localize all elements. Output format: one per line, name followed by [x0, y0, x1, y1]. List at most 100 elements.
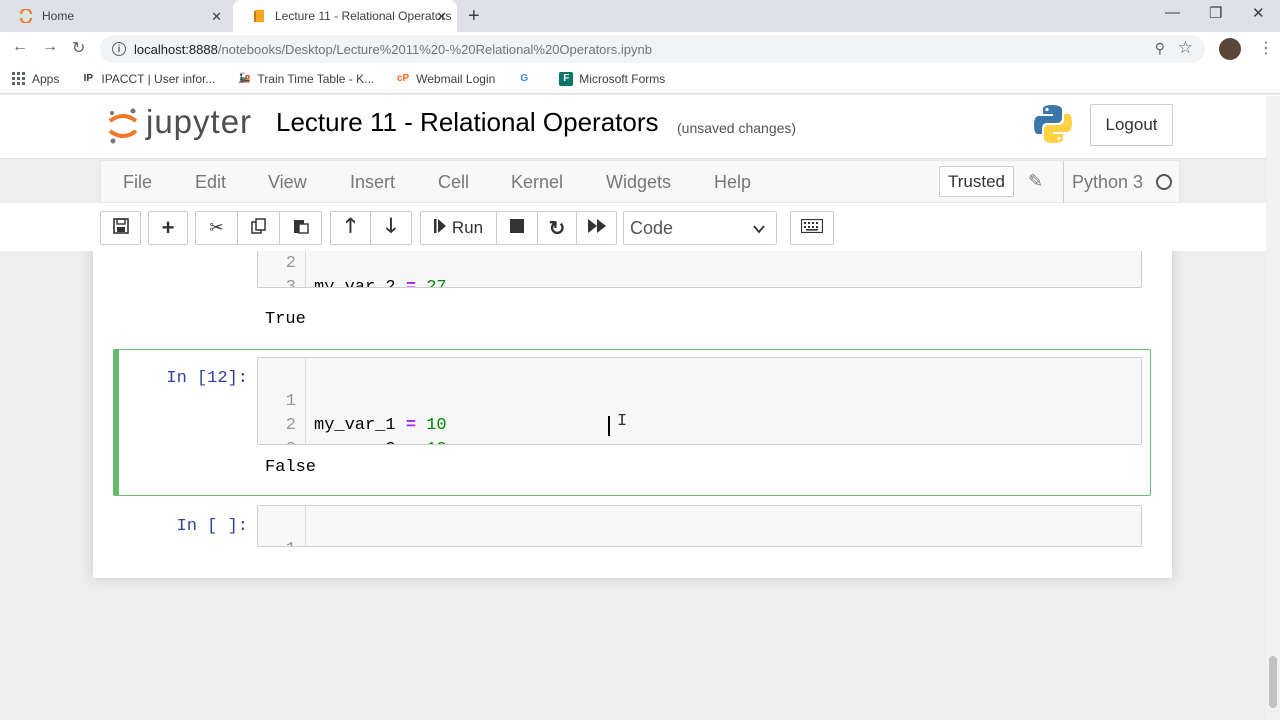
url-path: /notebooks/Desktop/Lecture%2011%20-%20Re…: [217, 41, 652, 57]
webmail-icon: cP: [397, 73, 410, 84]
scrollbar-thumb[interactable]: [1269, 656, 1277, 708]
menu-help[interactable]: Help: [714, 172, 751, 193]
stop-icon: [510, 218, 524, 238]
ip-icon: IP: [83, 73, 94, 84]
paste-icon: [293, 218, 309, 239]
paste-button[interactable]: [279, 211, 322, 245]
back-icon[interactable]: ←: [12, 38, 28, 56]
tab-notebook[interactable]: Lecture 11 - Relational Operators ✕: [233, 0, 457, 32]
bookmark-webmail[interactable]: cP Webmail Login: [396, 72, 495, 86]
train-icon: 🚂: [238, 73, 251, 84]
close-tab-icon[interactable]: ✕: [436, 9, 447, 25]
bookmark-apps-label: Apps: [32, 71, 60, 86]
restart-button[interactable]: ↻: [537, 211, 577, 245]
kernel-name[interactable]: Python 3: [1063, 161, 1143, 204]
jupyter-menubar: File Edit View Insert Cell Kernel Widget…: [100, 160, 1180, 204]
code-editor-current[interactable]: 1 my_var_1 = 10 2 my_var_2 = 10 3 print(…: [257, 357, 1142, 445]
bookmark-google[interactable]: G: [517, 72, 537, 86]
step-forward-icon: [433, 218, 446, 238]
copy-button[interactable]: [237, 211, 280, 245]
restart-icon: ↻: [548, 217, 566, 240]
tab-notebook-label: Lecture 11 - Relational Operators: [275, 9, 452, 23]
scissors-icon: ✂: [209, 218, 224, 237]
tab-home[interactable]: Home ✕: [0, 0, 232, 32]
jupyter-logo-text[interactable]: jupyter: [146, 103, 252, 141]
cell-type-select[interactable]: Code: [623, 211, 777, 245]
page-scrollbar[interactable]: [1266, 96, 1280, 720]
save-button[interactable]: [100, 211, 141, 245]
bookmark-forms[interactable]: F Microsoft Forms: [559, 71, 666, 86]
menu-edit[interactable]: Edit: [195, 172, 226, 193]
code-line: 3 print(my_var_1 != my_var_2): [258, 414, 340, 444]
notebook-area: 2 my_var_2 = 27 3 print(my_var_2 >= my_v…: [0, 251, 1280, 720]
jupyter-logo-icon[interactable]: [107, 105, 139, 145]
menu-cell[interactable]: Cell: [438, 172, 469, 193]
plus-icon: +: [161, 215, 175, 240]
apps-grid-icon: [12, 71, 26, 86]
move-up-button[interactable]: 🡑: [330, 211, 371, 245]
forms-icon: F: [559, 71, 574, 86]
line-number: 3: [285, 278, 296, 288]
code-editor-prev[interactable]: 2 my_var_2 = 27 3 print(my_var_2 >= my_v…: [257, 251, 1142, 288]
bookmark-train[interactable]: 🚂 Train Time Table - K...: [237, 72, 374, 86]
copy-icon: [250, 217, 267, 239]
python-logo-icon: [1032, 103, 1074, 145]
bookmark-train-label: Train Time Table - K...: [257, 71, 375, 86]
zoom-icon[interactable]: ⚲: [1155, 40, 1165, 57]
notebook-title[interactable]: Lecture 11 - Relational Operators: [276, 107, 659, 138]
code-line: 1 my_var_1 = 10: [258, 366, 447, 435]
restore-icon[interactable]: ❐: [1209, 4, 1222, 22]
menu-view[interactable]: View: [268, 172, 307, 193]
bookmark-webmail-label: Webmail Login: [416, 71, 496, 86]
code-line: 2 my_var_2 = 10: [258, 390, 447, 444]
code-editor-empty[interactable]: 1: [257, 505, 1142, 547]
bookmark-ipacct-label: IPACCT | User infor...: [101, 71, 216, 86]
bookmarks-bar: Apps IP IPACCT | User infor... 🚂 Train T…: [0, 64, 1280, 94]
forward-icon[interactable]: →: [42, 38, 58, 56]
input-prompt-empty: In [ ]:: [176, 517, 248, 536]
command-palette-button[interactable]: [790, 211, 834, 245]
bookmark-apps[interactable]: Apps: [12, 71, 60, 86]
logout-button[interactable]: Logout: [1090, 104, 1173, 146]
jupyter-header: jupyter Lecture 11 - Relational Operator…: [0, 95, 1280, 159]
save-status: (unsaved changes): [677, 120, 797, 136]
cut-button[interactable]: ✂: [195, 211, 238, 245]
site-info-icon[interactable]: i: [112, 42, 126, 56]
bookmark-star-icon[interactable]: ☆: [1178, 38, 1193, 58]
new-tab-icon[interactable]: +: [468, 5, 480, 28]
minimize-icon[interactable]: —: [1165, 4, 1180, 21]
url-host: localhost:8888: [134, 41, 218, 57]
run-button[interactable]: Run: [420, 211, 497, 245]
reload-icon[interactable]: ↻: [72, 38, 85, 58]
cell-type-value: Code: [630, 217, 674, 238]
save-icon: [112, 217, 129, 239]
chevron-down-icon: [752, 220, 766, 241]
menu-insert[interactable]: Insert: [350, 172, 395, 193]
browser-tab-strip: Home ✕ Lecture 11 - Relational Operators…: [0, 0, 1280, 32]
move-down-button[interactable]: 🡓: [370, 211, 412, 245]
browser-menu-icon[interactable]: ⋮: [1258, 38, 1274, 58]
menu-widgets[interactable]: Widgets: [606, 172, 671, 193]
profile-avatar[interactable]: [1219, 38, 1241, 60]
input-prompt: In [12]:: [166, 369, 248, 388]
arrow-up-icon: 🡑: [345, 215, 356, 237]
edit-mode-pencil-icon: ✎: [1028, 171, 1044, 191]
close-tab-icon[interactable]: ✕: [211, 9, 222, 25]
code-line: 3 print(my_var_2 >= my_var_1): [258, 252, 340, 287]
trusted-button[interactable]: Trusted: [939, 166, 1014, 197]
google-icon: G: [520, 73, 529, 84]
menu-kernel[interactable]: Kernel: [511, 172, 563, 193]
bookmark-forms-label: Microsoft Forms: [579, 71, 666, 86]
close-window-icon[interactable]: ✕: [1252, 4, 1265, 22]
bookmark-ipacct[interactable]: IP IPACCT | User infor...: [81, 71, 216, 86]
keyboard-icon: [800, 218, 824, 238]
restart-run-all-button[interactable]: [576, 211, 617, 245]
notebook-container: 2 my_var_2 = 27 3 print(my_var_2 >= my_v…: [93, 251, 1172, 578]
fast-forward-icon: [587, 218, 606, 238]
line-number: 1: [258, 538, 296, 546]
insert-cell-button[interactable]: +: [148, 211, 188, 245]
menu-file[interactable]: File: [123, 172, 152, 193]
url-input[interactable]: i localhost:8888/notebooks/Desktop/Lectu…: [100, 35, 1205, 63]
ibeam-cursor-icon: I: [617, 412, 628, 431]
interrupt-button[interactable]: [496, 211, 538, 245]
